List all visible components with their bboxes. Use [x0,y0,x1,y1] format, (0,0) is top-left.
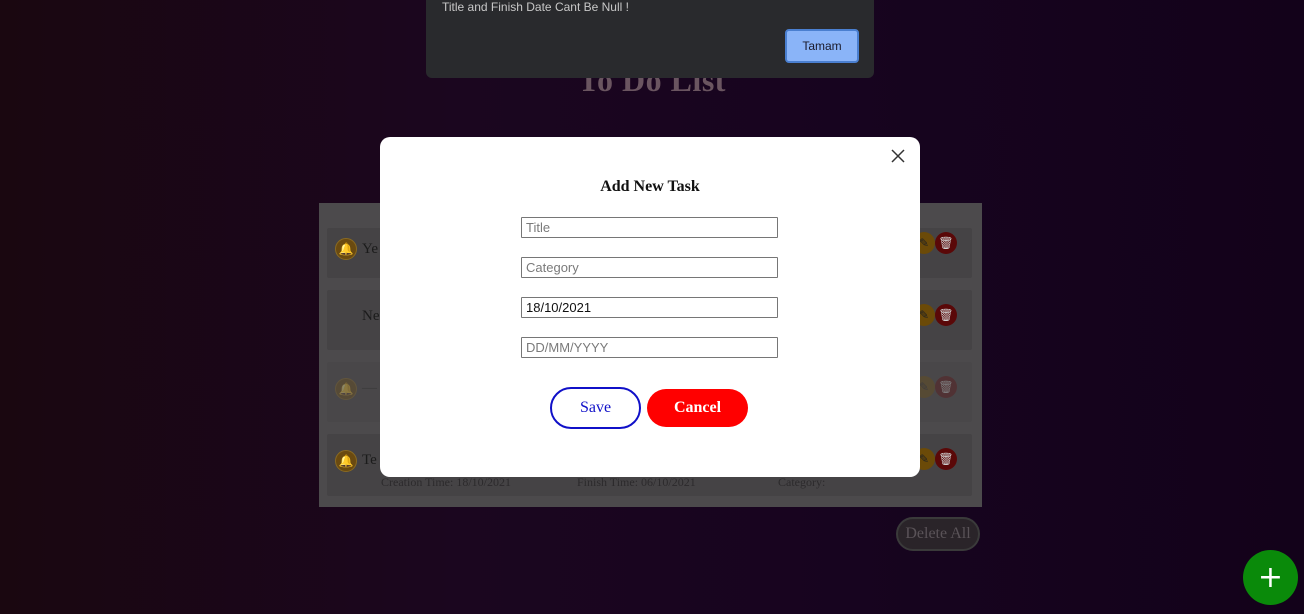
bell-icon[interactable]: 🔔 [335,238,357,260]
save-button[interactable]: Save [550,387,641,429]
plus-icon: + [1257,560,1284,595]
finish-time: Finish Time: 06/10/2021 [577,475,696,489]
title-input[interactable] [521,217,778,238]
add-task-modal: Add New Task Save Cancel [380,137,920,477]
task-title: Ne [362,308,380,324]
category-label: Category: [778,475,826,489]
trash-icon[interactable]: 🗑 [935,232,957,254]
add-task-fab[interactable]: + [1243,550,1298,605]
task-title: — [362,380,377,396]
creation-time: Creation Time: 18/10/2021 [381,475,512,489]
task-title: Te [362,452,377,468]
close-icon[interactable] [888,146,908,166]
task-title: Ye [362,241,378,257]
finish-date-input[interactable] [521,337,778,358]
bell-icon[interactable]: 🔔 [335,450,357,472]
cancel-button[interactable]: Cancel [647,389,748,427]
category-input[interactable] [521,257,778,278]
bell-icon[interactable]: 🔔 [335,378,357,400]
start-date-input[interactable] [521,297,778,318]
alert-ok-button[interactable]: Tamam [785,29,859,63]
trash-icon[interactable]: 🗑 [935,304,957,326]
trash-icon[interactable]: 🗑 [935,448,957,470]
trash-icon[interactable]: 🗑 [935,376,957,398]
delete-all-button[interactable]: Delete All [896,517,980,551]
alert-dialog: Title and Finish Date Cant Be Null ! Tam… [426,0,874,78]
alert-message: Title and Finish Date Cant Be Null ! [442,0,629,14]
modal-title: Add New Task [600,178,700,195]
